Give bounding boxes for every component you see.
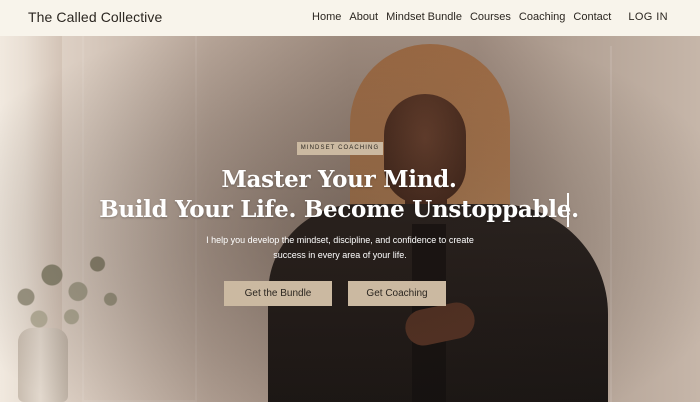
get-coaching-button[interactable]: Get Coaching: [348, 281, 446, 306]
nav-mindset-bundle[interactable]: Mindset Bundle: [386, 11, 462, 23]
login-link[interactable]: LOG IN: [628, 11, 668, 23]
hero-eyebrow-badge: MINDSET COACHING: [297, 142, 383, 155]
site-logo[interactable]: The Called Collective: [28, 9, 162, 25]
text-cursor: [567, 193, 569, 227]
nav-contact[interactable]: Contact: [573, 11, 611, 23]
subtext-line-1: I help you develop the mindset, discipli…: [206, 235, 474, 245]
nav-coaching[interactable]: Coaching: [519, 11, 565, 23]
subtext-line-2: success in every area of your life.: [273, 250, 407, 260]
nav-courses[interactable]: Courses: [470, 11, 511, 23]
headline-line-1: Master Your Mind.: [221, 166, 457, 193]
site-header: The Called Collective Home About Mindset…: [0, 0, 700, 36]
hero-subtext: I help you develop the mindset, discipli…: [180, 233, 500, 263]
main-nav: Home About Mindset Bundle Courses Coachi…: [304, 11, 668, 23]
get-bundle-button[interactable]: Get the Bundle: [224, 281, 332, 306]
nav-about[interactable]: About: [349, 11, 378, 23]
headline-line-2: Build Your Life. Become Unstoppable.: [99, 196, 579, 223]
nav-home[interactable]: Home: [312, 11, 341, 23]
